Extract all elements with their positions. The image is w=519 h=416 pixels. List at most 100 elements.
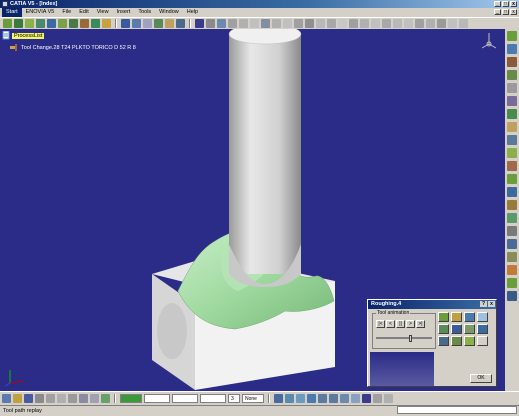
undo-icon[interactable] [294,19,303,28]
operation-icon-8[interactable] [507,122,517,132]
filter-icon[interactable] [477,312,488,322]
layer-number-combo[interactable]: 3 [228,394,240,403]
edges-icon[interactable] [206,19,215,28]
menu-window[interactable]: Window [155,8,183,17]
menu-enovia[interactable]: ENOVIA V5 [22,8,59,17]
iso-view-icon[interactable] [351,394,360,403]
display-tool-icon[interactable] [438,312,449,322]
menu-view[interactable]: View [93,8,113,17]
settings-icon[interactable] [176,19,185,28]
whatsthis-icon[interactable] [101,394,110,403]
process-list-icon[interactable] [2,31,10,40]
view-iso-icon[interactable] [228,19,237,28]
paste-clip-icon[interactable] [68,394,77,403]
swap-icon[interactable] [250,19,259,28]
plane-icon[interactable] [349,19,358,28]
table-icon[interactable] [132,19,141,28]
undo-arrow-icon[interactable] [79,394,88,403]
sweeping-icon[interactable] [25,19,34,28]
isoparametric-icon[interactable] [80,19,89,28]
menu-help[interactable]: Help [183,8,202,17]
menu-tools[interactable]: Tools [134,8,155,17]
rotate-icon[interactable] [307,394,316,403]
new-icon[interactable] [121,19,130,28]
step-back-button[interactable]: < [386,320,395,328]
operation-icon-3[interactable] [507,57,517,67]
cut-scissors-icon[interactable] [46,394,55,403]
operation-icon-20[interactable] [507,278,517,288]
menu-start[interactable]: Start [2,8,22,17]
slot-icon[interactable] [459,19,468,28]
draft-icon[interactable] [404,19,413,28]
collision-icon[interactable] [464,324,475,334]
swap-space-icon[interactable] [384,394,393,403]
shell-icon[interactable] [415,19,424,28]
operation-icon-10[interactable] [507,148,517,158]
redo-arrow-icon[interactable] [90,394,99,403]
doc-minimize-button[interactable]: _ [494,9,501,15]
minimize-button[interactable]: _ [494,1,501,7]
operation-icon-1[interactable] [507,31,517,41]
tree-root-label[interactable]: ProcessList [12,32,45,39]
linewidth-combo[interactable] [200,394,226,403]
simulate-icon[interactable] [154,19,163,28]
save-result-icon[interactable] [464,336,475,346]
cut-icon[interactable] [272,19,281,28]
zoom-in-icon[interactable] [318,394,327,403]
menu-edit[interactable]: Edit [75,8,92,17]
compass-icon[interactable] [479,31,499,53]
operation-icon-15[interactable] [507,213,517,223]
operation-icon-19[interactable] [507,265,517,275]
dialog-close-button[interactable]: x [488,301,495,307]
dialog-help-button[interactable]: ? [480,301,487,307]
copy-icon[interactable] [57,394,66,403]
transparency-combo[interactable] [144,394,170,403]
video-icon[interactable] [438,324,449,334]
save-icon[interactable] [24,394,33,403]
paste-icon[interactable] [283,19,292,28]
contour-icon[interactable] [47,19,56,28]
operation-icon-6[interactable] [507,96,517,106]
operation-icon-18[interactable] [507,252,517,262]
fillet-icon[interactable] [382,19,391,28]
pan-icon[interactable] [296,394,305,403]
pocket-icon[interactable] [371,19,380,28]
shading-mode-icon[interactable] [362,394,371,403]
hide-show-icon[interactable] [239,19,248,28]
normal-view-icon[interactable] [340,394,349,403]
analysis-icon[interactable] [451,324,462,334]
view-front-icon[interactable] [217,19,226,28]
sketch-icon[interactable] [316,19,325,28]
replay-icon[interactable] [143,19,152,28]
operation-icon-2[interactable] [507,44,517,54]
doc-close-button[interactable]: x [510,9,517,15]
operation-icon-14[interactable] [507,200,517,210]
print-icon[interactable] [35,394,44,403]
photo-icon[interactable] [477,324,488,334]
machining-op-icon[interactable] [3,19,12,28]
roughing-icon[interactable] [14,19,23,28]
open-folder-icon[interactable] [13,394,22,403]
fly-mode-icon[interactable] [274,394,283,403]
operation-icon-7[interactable] [507,109,517,119]
line-icon[interactable] [327,19,336,28]
shading-icon[interactable] [195,19,204,28]
ok-button[interactable]: OK [470,374,492,383]
operation-icon-4[interactable] [507,70,517,80]
nc-output-icon[interactable] [165,19,174,28]
menu-file[interactable]: File [58,8,75,17]
3d-viewport[interactable]: ProcessList Tool Change.28 T24 PLKTO TOR… [0,29,505,391]
remove-material-icon[interactable] [438,336,449,346]
zoom-out-icon[interactable] [329,394,338,403]
pencil-icon[interactable] [58,19,67,28]
rib-icon[interactable] [448,19,457,28]
operation-icon-13[interactable] [507,187,517,197]
operation-icon-12[interactable] [507,174,517,184]
operation-icon-5[interactable] [507,83,517,93]
zlevel-icon[interactable] [36,19,45,28]
operation-icon-9[interactable] [507,135,517,145]
command-input[interactable] [397,406,517,414]
extrude-icon[interactable] [360,19,369,28]
thread-icon[interactable] [426,19,435,28]
operation-icon-17[interactable] [507,239,517,249]
